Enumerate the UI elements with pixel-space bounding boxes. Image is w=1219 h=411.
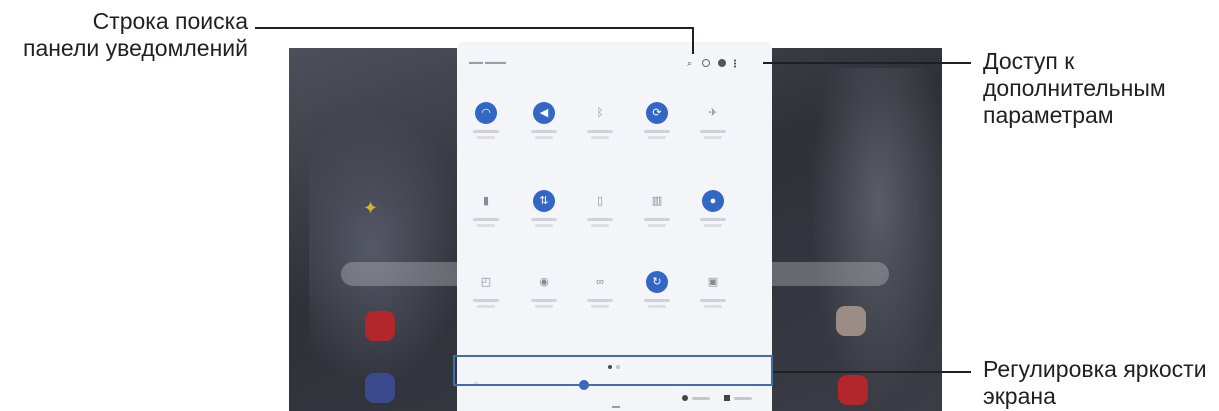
quick-tile[interactable]: ▥ (632, 190, 682, 227)
quick-tile[interactable]: ▮ (461, 190, 511, 227)
quick-tile[interactable]: ∞ (575, 271, 625, 308)
tile-label-placeholder (644, 218, 670, 221)
tile-label-placeholder (473, 130, 499, 133)
quick-tile[interactable]: ▣ (688, 271, 738, 308)
smart-view-icon: ∞ (596, 275, 604, 288)
gear-icon[interactable] (718, 59, 726, 67)
quick-tile[interactable]: ⇅ (519, 190, 569, 227)
app-icon[interactable] (836, 306, 866, 336)
tile-sublabel-placeholder (704, 136, 722, 139)
quick-tile[interactable]: ◀ (519, 102, 569, 139)
tile-label-placeholder (531, 130, 557, 133)
tile-label-placeholder (700, 218, 726, 221)
devices-button[interactable] (724, 395, 752, 401)
tile-sublabel-placeholder (535, 136, 553, 139)
callout-search-label: Строка поиска панели уведомлений (0, 8, 248, 62)
callout-line-more (763, 62, 971, 64)
more-options-icon[interactable] (734, 58, 736, 68)
tile-sublabel-placeholder (591, 136, 609, 139)
flashlight-icon: ▮ (482, 194, 490, 207)
tile-label-placeholder (531, 299, 557, 302)
tile-label-placeholder (700, 130, 726, 133)
tile-label-placeholder (587, 218, 613, 221)
quick-tile[interactable]: ▯ (575, 190, 625, 227)
quick-tile[interactable]: ● (688, 190, 738, 227)
wallpaper-shape (809, 68, 942, 408)
bluetooth-icon: ᛒ (596, 106, 604, 119)
quick-tile[interactable]: ◰ (461, 271, 511, 308)
location-icon: ● (702, 190, 724, 212)
quick-tile[interactable]: ↻ (632, 271, 682, 308)
panel-top-toolbar: ⌕ (685, 57, 736, 69)
tile-label-placeholder (473, 299, 499, 302)
callout-line-brightness (773, 371, 971, 373)
tile-sublabel-placeholder (591, 224, 609, 227)
brightness-highlight-box (453, 355, 773, 386)
panel-date-title: ▬▬ ▬▬▬ (469, 59, 506, 66)
tile-sublabel-placeholder (477, 305, 495, 308)
panel-bottom-actions (682, 395, 752, 401)
callout-more-options-label: Доступ к дополнительным параметрам (983, 48, 1213, 129)
tile-label-placeholder (531, 218, 557, 221)
mobile-data-icon: ⇅ (533, 190, 555, 212)
callout-search-text: Строка поиска панели уведомлений (22, 8, 248, 61)
callout-brightness-text: Регулировка яркости экрана (983, 356, 1207, 409)
tile-label-placeholder (587, 130, 613, 133)
tile-sublabel-placeholder (648, 224, 666, 227)
media-icon (682, 395, 688, 401)
screenshot-icon: ◰ (480, 275, 492, 288)
airplane-mode-icon: ✈ (708, 106, 718, 119)
quick-tile[interactable]: ◉ (519, 271, 569, 308)
devices-label-placeholder (734, 396, 752, 400)
mobile-hotspot-icon: ▥ (651, 194, 663, 207)
power-icon[interactable] (702, 59, 710, 67)
callout-more-text: Доступ к дополнительным параметрам (983, 48, 1166, 128)
sound-icon: ◀ (533, 102, 555, 124)
tile-label-placeholder (700, 299, 726, 302)
tile-label-placeholder (587, 299, 613, 302)
tile-sublabel-placeholder (477, 224, 495, 227)
tile-sublabel-placeholder (535, 305, 553, 308)
callout-line-search (255, 27, 694, 29)
auto-rotate-icon: ⟳ (646, 102, 668, 124)
callout-line-search-drop (692, 27, 694, 54)
sync-icon: ↻ (646, 271, 668, 293)
tile-sublabel-placeholder (591, 305, 609, 308)
wallpaper-shape (309, 108, 469, 388)
panel-drag-handle[interactable] (612, 406, 620, 408)
quick-tile[interactable]: ᛒ (575, 102, 625, 139)
app-icon[interactable] (365, 311, 395, 341)
wallpaper-leaf-icon: ✦ (363, 198, 379, 218)
nfc-icon: ◉ (539, 275, 549, 288)
power-saving-icon: ▯ (596, 194, 604, 207)
tile-sublabel-placeholder (535, 224, 553, 227)
quick-tile[interactable]: ⟳ (632, 102, 682, 139)
quick-tile[interactable]: ✈ (688, 102, 738, 139)
tile-sublabel-placeholder (477, 136, 495, 139)
app-icon[interactable] (365, 373, 395, 403)
search-icon[interactable]: ⌕ (685, 58, 694, 68)
tile-label-placeholder (644, 299, 670, 302)
app-icon[interactable] (838, 375, 868, 405)
tile-label-placeholder (644, 130, 670, 133)
tile-sublabel-placeholder (704, 305, 722, 308)
media-output-button[interactable] (682, 395, 710, 401)
devices-icon (724, 395, 730, 401)
tile-label-placeholder (473, 218, 499, 221)
quick-tile[interactable]: ◠ (461, 102, 511, 139)
screen-recorder-icon: ▣ (707, 275, 719, 288)
media-label-placeholder (692, 396, 710, 400)
tile-sublabel-placeholder (648, 136, 666, 139)
tile-sublabel-placeholder (648, 305, 666, 308)
tile-sublabel-placeholder (704, 224, 722, 227)
wifi-icon: ◠ (475, 102, 497, 124)
callout-brightness-label: Регулировка яркости экрана (983, 356, 1219, 410)
